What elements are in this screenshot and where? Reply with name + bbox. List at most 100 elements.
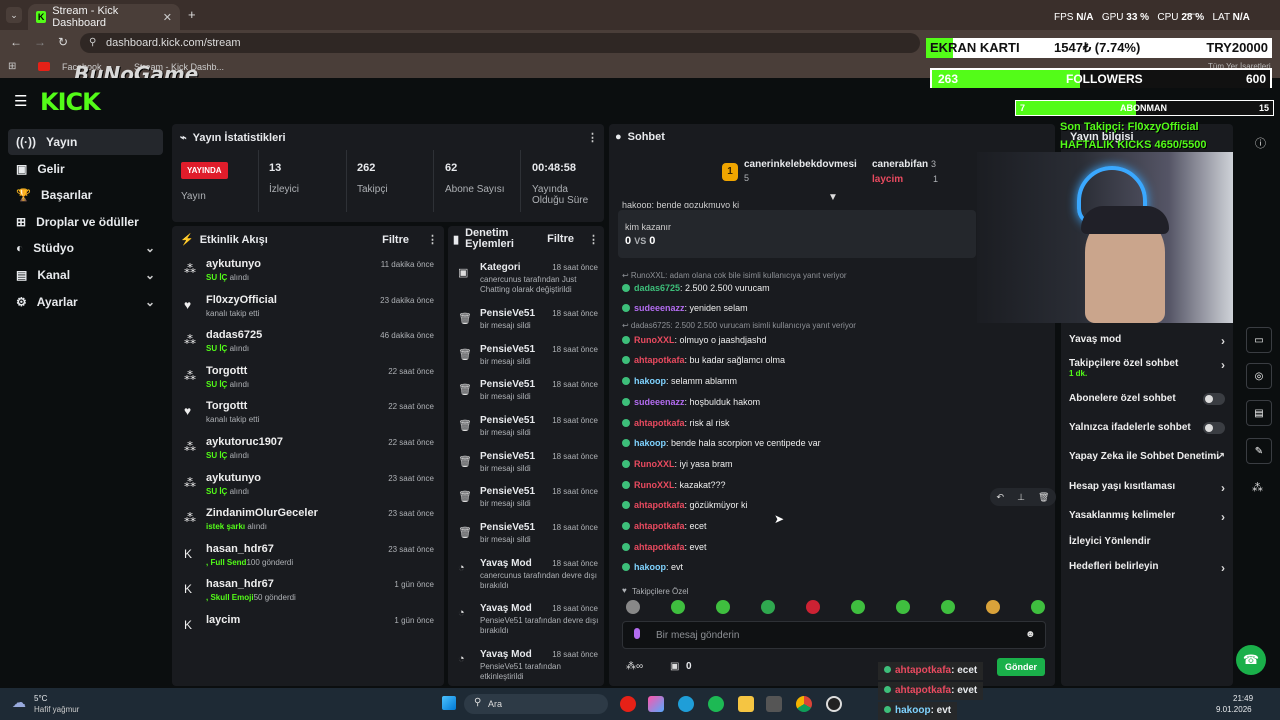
emote-icon[interactable] <box>851 600 865 614</box>
chat-username[interactable]: hakoop <box>634 376 666 386</box>
more-options-icon[interactable]: ⋮ <box>587 131 598 144</box>
activity-event[interactable]: Klaycim 1 gün önce <box>182 614 440 648</box>
obs-icon[interactable] <box>826 696 842 712</box>
chat-setting[interactable]: Yalnızca ifadelerle sohbet <box>1069 422 1229 434</box>
moderation-action[interactable]: 🗑 PensieVe51 bir mesajı sildi 18 saat önce <box>456 451 604 485</box>
chat-setting[interactable]: Yasaklanmış kelimeler › <box>1069 510 1229 524</box>
event-username[interactable]: aykutunyo <box>206 472 261 484</box>
chat-message[interactable]: RunoXXL: iyi yasa bram <box>622 459 1052 475</box>
forward-icon[interactable]: → <box>34 35 46 49</box>
microphone-icon[interactable] <box>634 628 640 639</box>
activity-event[interactable]: ⁂ aykutoruc1907 SU İÇ alındı 22 saat önce <box>182 436 440 470</box>
new-tab-button[interactable]: + <box>188 7 196 22</box>
moderation-action[interactable]: ◔ Yavaş Mod PensieVe51 tarafından devre dı… <box>456 603 604 637</box>
more-options-icon[interactable]: ⋮ <box>588 233 599 246</box>
chat-setting[interactable]: Abonelere özel sohbet <box>1069 393 1229 405</box>
top-gifter-1[interactable]: canerinkelebekdovmesi <box>744 159 857 170</box>
chat-username[interactable]: RunoXXL <box>634 480 675 490</box>
chat-message[interactable]: ahtapotkafa: bu kadar sağlamcı olma <box>622 355 1052 371</box>
toggle-switch[interactable] <box>1203 422 1225 434</box>
nav-ayarlar[interactable]: ⚙ Ayarlar ⌄ <box>8 289 163 315</box>
emote-icon[interactable] <box>806 600 820 614</box>
emote-icon[interactable] <box>716 600 730 614</box>
chat-setting[interactable]: Yavaş mod › <box>1069 334 1229 348</box>
emote-icon[interactable] <box>896 600 910 614</box>
activity-event[interactable]: ⁂ aykutunyo SU İÇ alındı 11 dakika önce <box>182 258 440 292</box>
chat-setting[interactable]: Hedefleri belirleyin › <box>1069 561 1229 575</box>
apps-icon[interactable]: ⊞ <box>8 61 16 72</box>
moderation-action[interactable]: ▣ Kategori canercunus tarafından Just Chat… <box>456 262 604 296</box>
url-field[interactable]: dashboard.kick.com/stream <box>80 33 920 53</box>
chat-message[interactable]: dadas6725: 2.500 2.500 vurucam <box>622 283 1052 299</box>
chat-message[interactable]: RunoXXL: kazakat??? <box>622 480 1052 496</box>
site-info-icon[interactable]: ⚲ <box>89 37 96 48</box>
chat-message[interactable]: hakoop: evt <box>622 562 1052 578</box>
app-icon[interactable] <box>620 696 636 712</box>
support-chat-button[interactable]: ☎ <box>1236 645 1266 675</box>
chat-message[interactable]: sudeeenazz: yeniden selam <box>622 303 1052 319</box>
event-username[interactable]: Torgottt <box>206 400 247 412</box>
activity-event[interactable]: Khasan_hdr67 , Full Send100 gönderdi 23 sa… <box>182 543 440 577</box>
chat-username[interactable]: ahtapotkafa <box>634 355 685 365</box>
app-icon[interactable] <box>648 696 664 712</box>
nav-kanal[interactable]: ▤ Kanal ⌄ <box>8 262 163 288</box>
activity-filter-button[interactable]: Filtre <box>382 234 409 246</box>
printer-icon[interactable]: ▤ <box>1246 400 1272 426</box>
chat-message[interactable]: hakoop: selamm ablamm <box>622 376 1052 392</box>
reload-icon[interactable]: ↻ <box>58 35 68 49</box>
chat-message[interactable]: ahtapotkafa: ecet <box>622 521 1052 537</box>
points-icon[interactable]: ⁂ <box>1252 481 1263 494</box>
moderation-action[interactable]: 🗑 PensieVe51 bir mesajı sildi 18 saat önce <box>456 415 604 449</box>
activity-event[interactable]: Khasan_hdr67 , Skull Emoji50 gönderdi 1 gü… <box>182 578 440 612</box>
nav-gelir[interactable]: ▣ Gelir <box>8 156 163 182</box>
youtube-bookmark-icon[interactable] <box>38 62 50 71</box>
emoji-picker-icon[interactable]: ☻ <box>1025 629 1036 640</box>
nav-droplar[interactable]: ⊞ Droplar ve ödüller <box>8 209 163 235</box>
moderation-action[interactable]: ◔ Yavaş Mod canercunus tarafından devre dı… <box>456 558 604 592</box>
chat-username[interactable]: hakoop <box>634 438 666 448</box>
tab-close-icon[interactable]: ✕ <box>163 11 172 24</box>
chat-setting[interactable]: Hesap yaşı kısıtlaması › <box>1069 481 1229 495</box>
top-gifter-2[interactable]: canerabifan <box>872 159 928 170</box>
chrome-icon[interactable] <box>796 696 812 712</box>
activity-event[interactable]: ♥ Fl0xzyOfficial kanalı takip etti 23 dakik… <box>182 294 440 328</box>
info-icon[interactable]: ⓘ <box>1255 135 1266 151</box>
chat-username[interactable]: ahtapotkafa <box>634 418 685 428</box>
taskbar-search[interactable]: Ara <box>464 694 608 714</box>
gift-icon[interactable]: ▣ <box>670 661 679 672</box>
chat-message[interactable]: RunoXXL: olmuyo o jaashdjashd <box>622 335 1052 351</box>
activity-event[interactable]: ⁂ ZindanimOlurGeceler istek şarkı alındı 23… <box>182 507 440 541</box>
event-username[interactable]: hasan_hdr67 <box>206 578 274 590</box>
back-icon[interactable]: ← <box>10 35 22 49</box>
activity-event[interactable]: ⁂ Torgottt SU İÇ alındı 22 saat önce <box>182 365 440 399</box>
chat-setting[interactable]: İzleyici Yönlendir <box>1069 536 1229 547</box>
emote-icon[interactable] <box>626 600 640 614</box>
event-username[interactable]: ZindanimOlurGeceler <box>206 507 318 519</box>
event-username[interactable]: Torgottt <box>206 365 247 377</box>
event-username[interactable]: hasan_hdr67 <box>206 543 274 555</box>
chat-username[interactable]: ahtapotkafa <box>634 521 685 531</box>
chat-username[interactable]: RunoXXL <box>634 459 675 469</box>
activity-event[interactable]: ♥ Torgottt kanalı takip etti 22 saat önce <box>182 400 440 434</box>
app-icon[interactable] <box>766 696 782 712</box>
event-username[interactable]: Fl0xzyOfficial <box>206 294 277 306</box>
browser-tab[interactable]: K Stream - Kick Dashboard ✕ <box>28 4 180 30</box>
event-username[interactable]: aykutoruc1907 <box>206 436 283 448</box>
spotify-icon[interactable] <box>708 696 724 712</box>
chat-setting[interactable]: Takipçilere özel sohbet 1 dk. › <box>1069 358 1229 378</box>
emote-icon[interactable] <box>761 600 775 614</box>
moderation-action[interactable]: 🗑 PensieVe51 bir mesajı sildi 18 saat önce <box>456 379 604 413</box>
moderation-action[interactable]: 🗑 PensieVe51 bir mesajı sildi 18 saat önce <box>456 486 604 520</box>
send-button[interactable]: Gönder <box>997 658 1045 676</box>
chat-bubble-icon[interactable]: ▭ <box>1246 327 1272 353</box>
chat-username[interactable]: RunoXXL <box>634 335 675 345</box>
chat-setting[interactable]: Yapay Zeka ile Sohbet Denetimi ↗ <box>1069 451 1229 462</box>
moderation-action[interactable]: 🗑 PensieVe51 bir mesajı sildi 18 saat önce <box>456 344 604 378</box>
chat-username[interactable]: ahtapotkafa <box>634 500 685 510</box>
file-explorer-icon[interactable] <box>738 696 754 712</box>
wrench-icon[interactable]: ✎ <box>1246 438 1272 464</box>
emote-icon[interactable] <box>986 600 1000 614</box>
chat-username[interactable]: ahtapotkafa <box>634 542 685 552</box>
event-username[interactable]: laycim <box>206 614 240 626</box>
chat-username[interactable]: dadas6725 <box>634 283 680 293</box>
